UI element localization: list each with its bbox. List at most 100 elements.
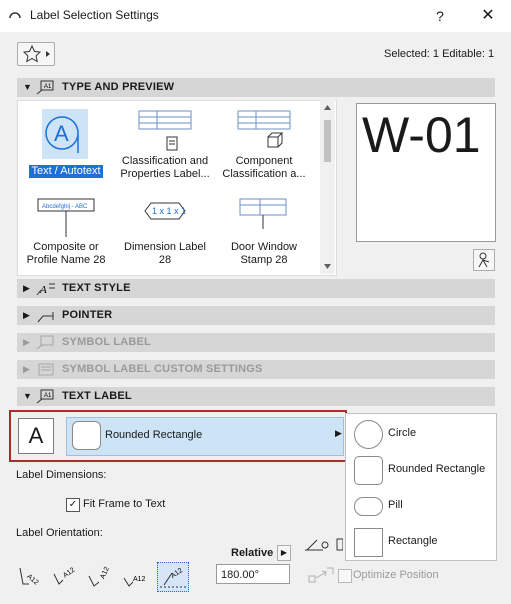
circle-swatch (354, 420, 383, 449)
gallery-item-caption-2: Properties Label... (120, 168, 210, 180)
gallery-item-caption-2: Stamp 28 (240, 254, 288, 266)
rounded-rectangle-swatch (72, 421, 101, 450)
option-label: Pill (388, 499, 403, 511)
pill-swatch (354, 497, 383, 516)
expand-arrow-icon: ▶ (23, 310, 30, 320)
label-type-gallery: A Text / Autotext Classification and Pro… (17, 100, 337, 276)
orientation-horizontal-icon: A12 (19, 567, 39, 587)
thumb-text: 1 x 1 x 1 (152, 206, 186, 216)
gallery-item-caption-2: Classification a... (222, 168, 306, 180)
orientation-relative-icon: A12 (160, 567, 186, 588)
gallery-item-dimension-label[interactable]: 1 x 1 x 1 Dimension Label 28 (117, 195, 213, 267)
section-text-style[interactable]: ▶ A TEXT STYLE (17, 279, 495, 298)
window-title: Label Selection Settings (30, 8, 159, 22)
expand-arrow-icon: ▶ (23, 364, 30, 374)
gallery-item-caption: Composite or (33, 241, 99, 253)
section-symbol-label-custom[interactable]: ▶ SYMBOL LABEL CUSTOM SETTINGS (17, 360, 495, 379)
text-style-icon: A (36, 283, 55, 296)
orientation-button-2[interactable]: A12 (51, 562, 81, 590)
gallery-item-caption-2: Profile Name 28 (26, 254, 106, 266)
orientation-button-1[interactable]: A12 (17, 562, 47, 590)
section-label: TEXT LABEL (62, 390, 132, 402)
svg-text:A12: A12 (99, 566, 111, 580)
rounded-rectangle-swatch (354, 456, 383, 485)
gallery-item-composite-profile[interactable]: Abcdefghij - ABC Composite or Profile Na… (18, 195, 114, 267)
favorites-button[interactable] (17, 42, 55, 66)
angle-input[interactable]: 180.00° (216, 564, 290, 584)
symbol-label-icon (36, 335, 54, 350)
fit-frame-label: Fit Frame to Text (83, 498, 166, 510)
option-label: Circle (388, 427, 417, 439)
table-label-icon (138, 110, 192, 151)
svg-text:A12: A12 (62, 567, 76, 580)
rectangle-swatch (354, 528, 383, 557)
gallery-item-caption: Component (235, 155, 293, 167)
angle-lock-icon[interactable] (303, 536, 343, 552)
close-button[interactable]: ✕ (478, 6, 498, 26)
preview-text: W-01 (362, 107, 481, 163)
section-symbol-label[interactable]: ▶ SYMBOL LABEL (17, 333, 495, 352)
composite-label-icon: Abcdefghij - ABC (37, 198, 95, 237)
gallery-item-text-autotext[interactable]: A Text / Autotext (18, 109, 114, 178)
thumb-text: Abcdefghij - ABC (42, 204, 88, 210)
gallery-item-caption: Dimension Label (124, 241, 206, 253)
stamp-label-icon (239, 198, 287, 229)
section-label: POINTER (62, 309, 113, 321)
gallery-item-caption: Text / Autotext (29, 165, 103, 178)
svg-text:A12: A12 (133, 576, 146, 583)
section-label: TYPE AND PREVIEW (62, 81, 175, 93)
svg-text:A: A (39, 284, 47, 296)
section-label: SYMBOL LABEL (62, 336, 151, 348)
gallery-scrollbar[interactable] (320, 100, 335, 274)
text-autotext-icon: A (42, 109, 88, 159)
section-text-label[interactable]: ▼ A1 TEXT LABEL (17, 387, 495, 406)
text-letter-button[interactable]: A (18, 418, 54, 454)
svg-text:A: A (54, 121, 69, 146)
section-pointer[interactable]: ▶ POINTER (17, 306, 495, 325)
section-type-and-preview[interactable]: ▼ A1 TYPE AND PREVIEW (17, 78, 495, 97)
preview-options-button[interactable] (473, 249, 495, 271)
section-label: TEXT STYLE (62, 282, 131, 294)
shape-option-rounded-rectangle[interactable]: Rounded Rectangle (346, 451, 496, 487)
label-type-icon: A1 (36, 80, 54, 95)
svg-text:A12: A12 (25, 573, 39, 586)
relative-toggle-button[interactable]: ▶ (277, 545, 291, 561)
optimize-position-icon (308, 567, 334, 583)
frame-shape-value: Rounded Rectangle (105, 429, 203, 441)
fit-frame-checkbox[interactable]: ✓ (66, 498, 80, 512)
shape-option-pill[interactable]: Pill (346, 487, 496, 523)
orientation-button-5[interactable]: A12 (157, 562, 189, 592)
gallery-item-caption-2: 28 (158, 254, 172, 266)
svg-text:A12: A12 (170, 567, 184, 580)
orientation-button-4[interactable]: A12 (121, 562, 151, 590)
collapse-arrow-icon: ▼ (23, 391, 32, 401)
svg-text:A1: A1 (44, 84, 52, 90)
selection-count: Selected: 1 Editable: 1 (384, 48, 495, 60)
orientation-vertical-icon: A12 (88, 566, 111, 587)
expand-arrow-icon: ▶ (23, 337, 30, 347)
gallery-item-caption: Classification and (121, 155, 209, 167)
shape-option-rectangle[interactable]: Rectangle (346, 523, 496, 559)
optimize-position-checkbox[interactable] (338, 569, 352, 583)
shape-option-circle[interactable]: Circle (346, 415, 496, 451)
section-label: SYMBOL LABEL CUSTOM SETTINGS (62, 363, 263, 375)
preview-settings-icon (478, 252, 490, 268)
gallery-item-door-window-stamp[interactable]: Door Window Stamp 28 (216, 195, 312, 267)
help-button[interactable]: ? (430, 6, 450, 26)
gallery-item-caption: Door Window (230, 241, 298, 253)
custom-settings-icon (38, 363, 54, 376)
submenu-arrow-icon: ▶ (335, 428, 342, 438)
svg-text:A1: A1 (44, 393, 52, 399)
option-label: Rounded Rectangle (388, 463, 486, 475)
label-orientation-heading: Label Orientation: (16, 527, 103, 539)
optimize-position-label: Optimize Position (353, 569, 439, 581)
frame-shape-dropdown: Circle Rounded Rectangle Pill Rectangle (345, 413, 497, 561)
orientation-button-3[interactable]: A12 (86, 562, 116, 590)
gallery-item-classification-properties[interactable]: Classification and Properties Label... (117, 109, 213, 181)
text-label-icon: A1 (36, 389, 54, 404)
gallery-item-component-classification[interactable]: Component Classification a... (216, 109, 312, 181)
label-dimensions-heading: Label Dimensions: (16, 469, 107, 481)
relative-label: Relative (231, 547, 274, 559)
orientation-parallel-icon: A12 (123, 576, 146, 587)
pointer-icon (37, 312, 54, 323)
